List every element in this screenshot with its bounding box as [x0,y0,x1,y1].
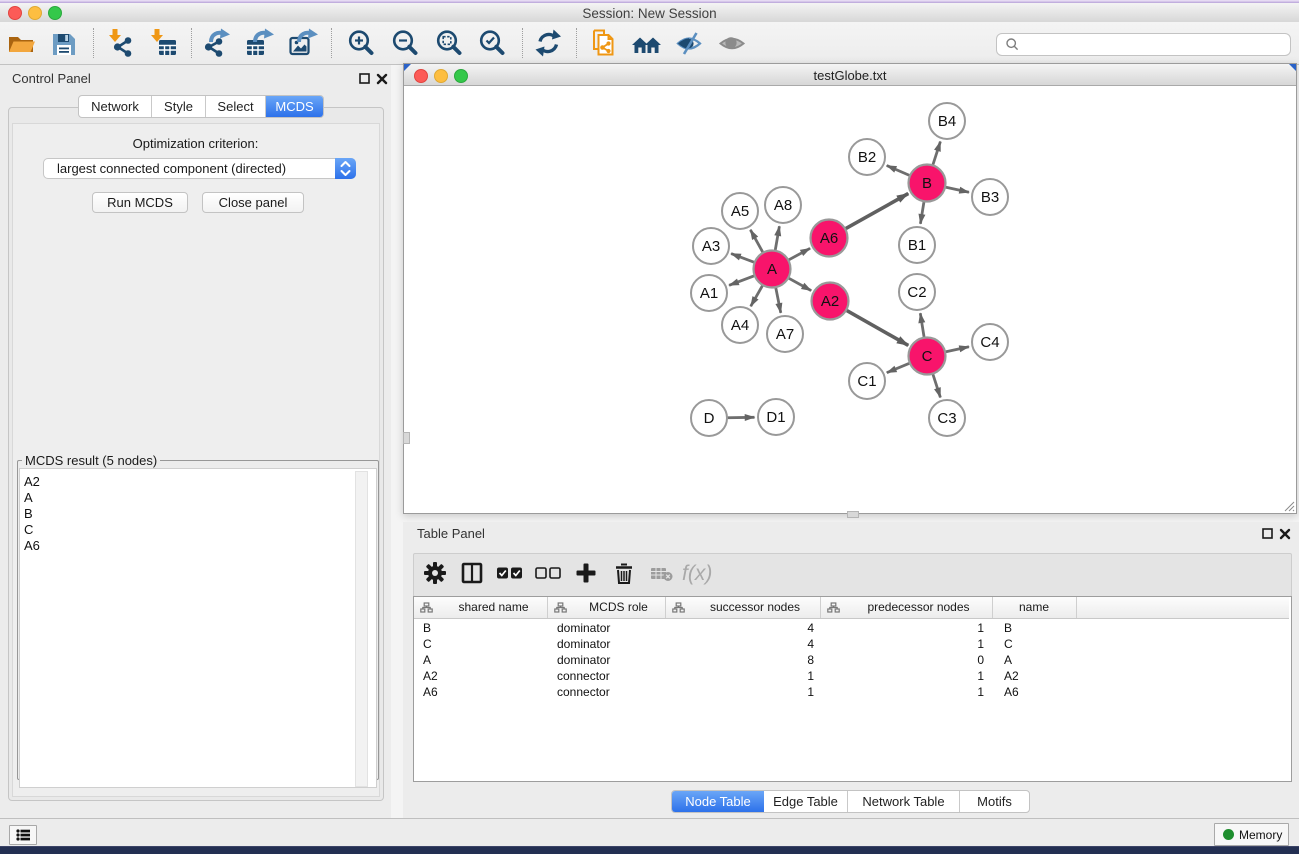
svg-text:A4: A4 [731,317,749,334]
svg-text:A6: A6 [820,230,838,247]
svg-text:D1: D1 [766,409,785,426]
svg-text:A1: A1 [700,285,718,302]
svg-text:f(x): f(x) [682,562,712,585]
svg-text:A8: A8 [774,197,792,214]
svg-text:B2: B2 [858,149,876,166]
svg-text:B3: B3 [981,189,999,206]
svg-text:A: A [767,261,777,278]
svg-text:C4: C4 [980,334,999,351]
svg-text:C: C [922,348,933,365]
svg-text:A3: A3 [702,238,720,255]
svg-text:A2: A2 [821,293,839,310]
svg-text:C2: C2 [907,284,926,301]
svg-text:B4: B4 [938,113,956,130]
svg-text:A7: A7 [776,326,794,343]
svg-text:B: B [922,175,932,192]
svg-text:B1: B1 [908,237,926,254]
svg-text:C1: C1 [857,373,876,390]
svg-text:C3: C3 [937,410,956,427]
svg-text:A5: A5 [731,203,749,220]
svg-text:D: D [704,410,715,427]
